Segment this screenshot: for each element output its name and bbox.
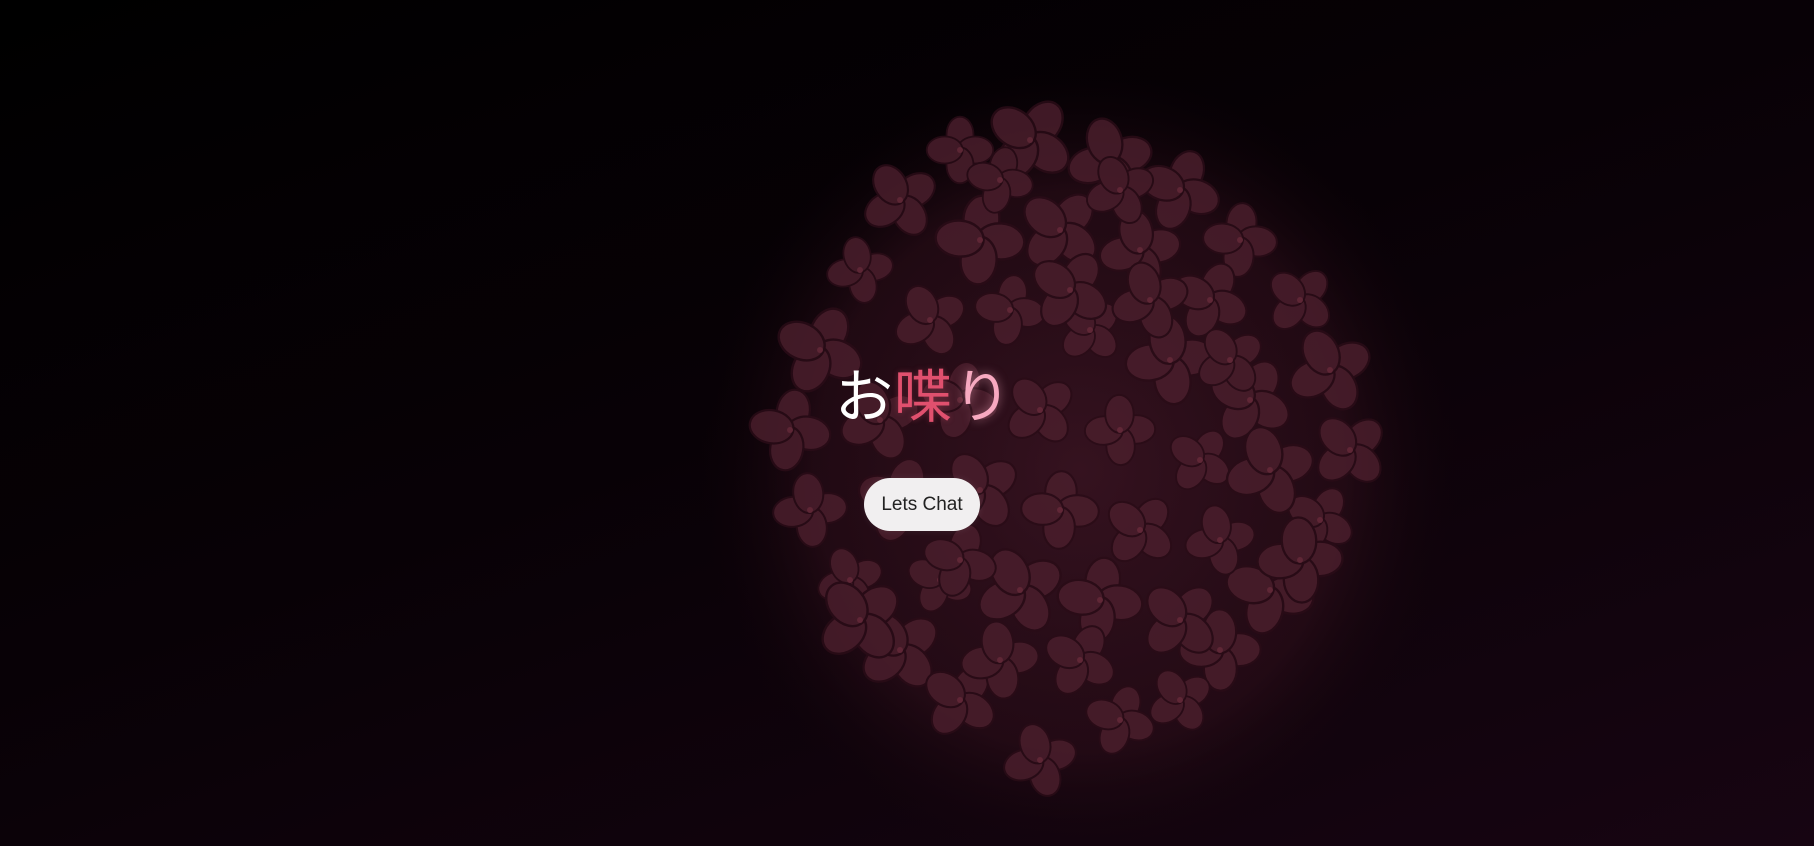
lets-chat-button[interactable]: Lets Chat — [864, 478, 980, 531]
title-char-cho: 喋 — [894, 363, 954, 431]
title-char-ri: り — [953, 363, 1013, 431]
hero-section: お喋り Lets Chat — [0, 0, 1814, 846]
title-char-o: お — [835, 363, 895, 431]
app-title: お喋り — [835, 362, 1012, 432]
